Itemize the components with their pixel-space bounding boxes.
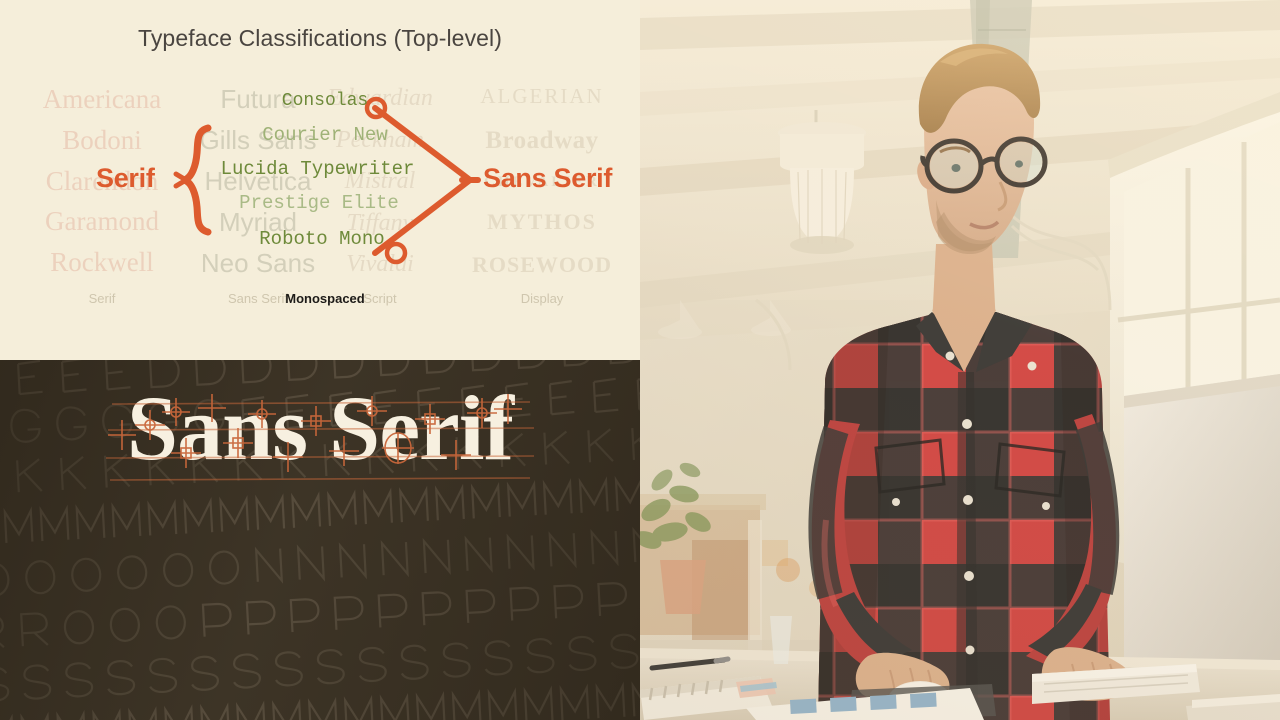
sans-serif-detail-panel: Sans Serif <box>0 360 640 720</box>
monospaced-example: Roboto Mono <box>259 228 385 250</box>
category-label-serif[interactable]: Serif <box>22 289 182 309</box>
office-photo <box>640 0 1280 720</box>
hero-heading-wrap: Sans Serif <box>0 380 640 490</box>
ghost-typeface: Americana <box>42 84 162 114</box>
detail-heading: Sans Serif <box>126 377 514 479</box>
ghost-typeface: Broadway <box>485 127 599 155</box>
monospaced-example: Consolas <box>281 91 369 111</box>
ghost-typeface: MYTHOS <box>487 208 597 234</box>
page-title: Typeface Classifications (Top-level) <box>137 25 503 51</box>
category-label-monospaced[interactable]: Monospaced <box>245 289 405 309</box>
classification-label-serif[interactable]: Serif <box>96 163 155 194</box>
office-photo-illustration <box>640 0 1280 720</box>
slide-canvas: Typeface Classifications (Top-level) Ame… <box>0 0 1280 720</box>
ghost-typeface: Bodoni <box>62 124 142 155</box>
monospaced-example-list: Consolas Courier New Lucida Typewriter P… <box>215 92 435 249</box>
typeface-classification-panel: Typeface Classifications (Top-level) Ame… <box>0 0 640 360</box>
ghost-typeface: Vivaldi <box>346 251 414 277</box>
monospaced-example: Lucida Typewriter <box>220 158 415 180</box>
monospaced-example: Prestige Elite <box>239 192 399 214</box>
ghost-typeface: Garamond <box>45 206 159 237</box>
ghost-typeface: Rockwell <box>50 247 154 277</box>
classification-label-sans-serif[interactable]: Sans Serif <box>483 163 612 194</box>
category-label-display[interactable]: Display <box>462 289 622 309</box>
ghost-typeface: ALGERIAN <box>480 84 604 108</box>
monospaced-example: Courier New <box>262 124 388 146</box>
ghost-typeface: ROSEWOOD <box>471 252 613 277</box>
category-caption-row: Serif Sans Serif Script Display Monospac… <box>0 289 640 309</box>
